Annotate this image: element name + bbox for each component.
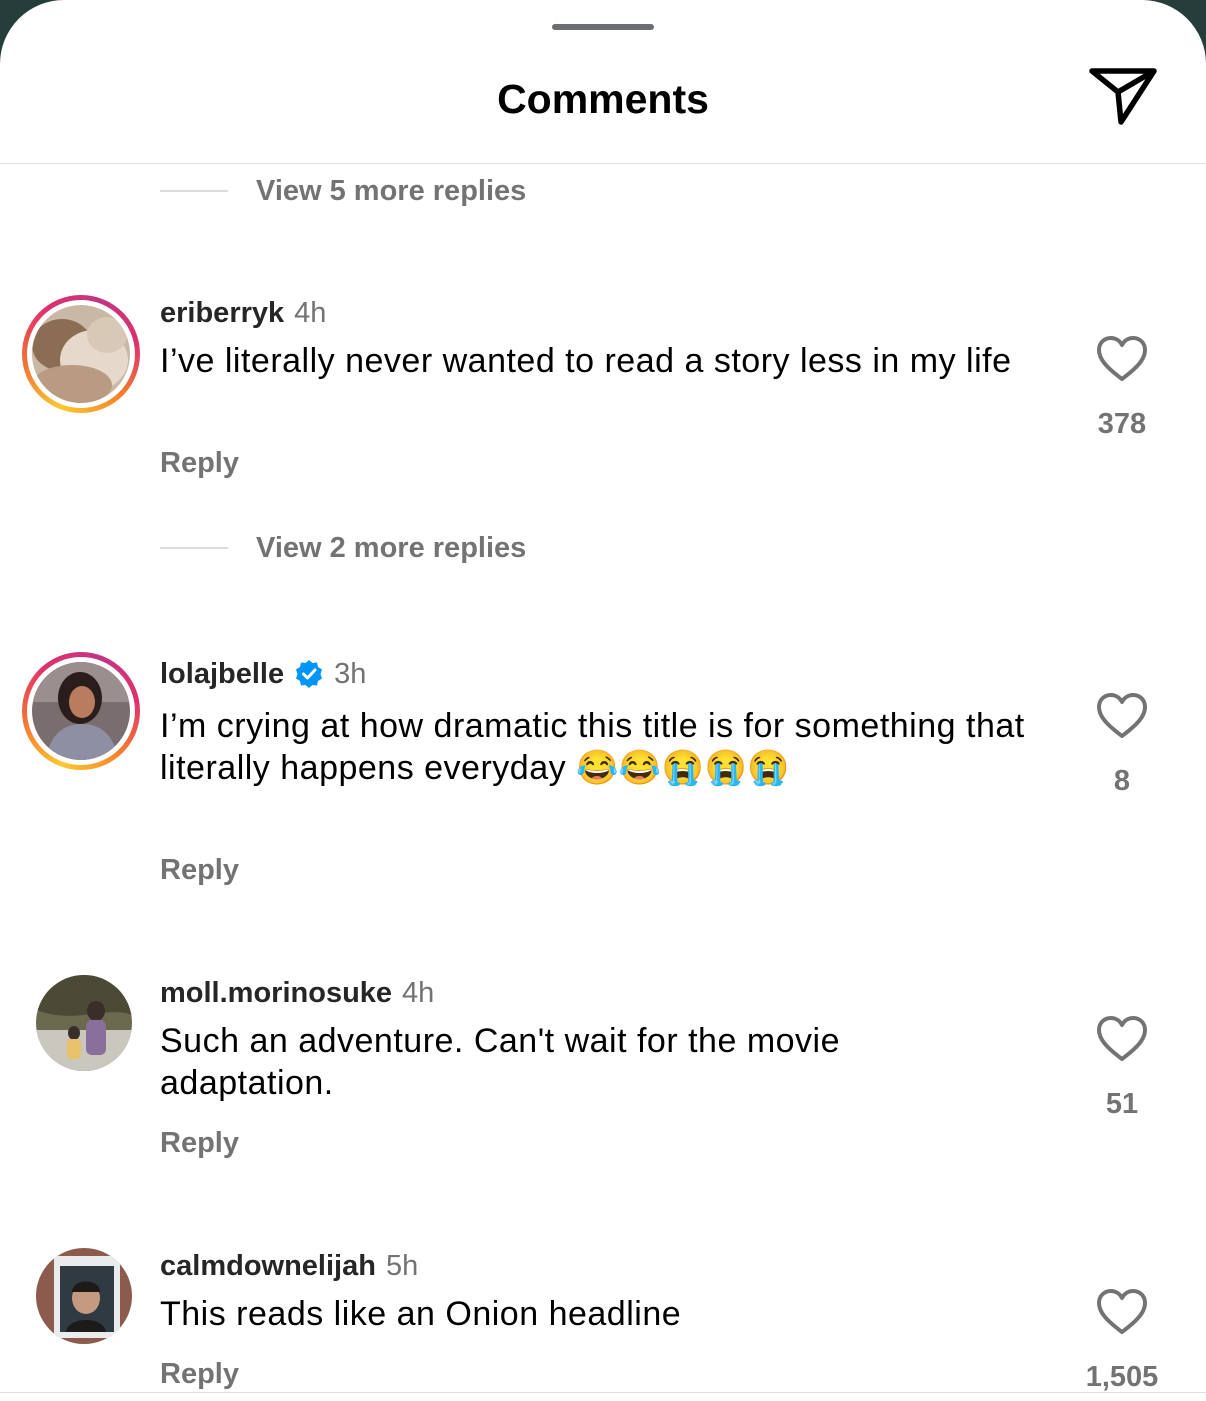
timestamp: 3h <box>334 658 367 690</box>
heart-icon[interactable] <box>1096 1288 1148 1336</box>
reply-button[interactable]: Reply <box>160 1127 239 1160</box>
username[interactable]: moll.morinosuke <box>160 975 392 1011</box>
comment-header: lolajbelle 3h <box>160 656 366 692</box>
comment-emojis: 😂😂😭😭😭 <box>576 749 791 787</box>
page-title: Comments <box>497 76 709 122</box>
avatar[interactable] <box>22 295 140 413</box>
username[interactable]: eriberryk <box>160 295 284 331</box>
header-divider <box>0 163 1206 164</box>
avatar[interactable] <box>22 652 140 770</box>
comments-sheet: Comments View 5 more replies eriberryk 4… <box>0 0 1206 1401</box>
reply-thread-line <box>160 190 228 192</box>
avatar[interactable] <box>36 1248 132 1344</box>
username[interactable]: calmdownelijah <box>160 1248 376 1284</box>
comment-text: I’m crying at how dramatic this title is… <box>160 705 1040 789</box>
view-more-replies-label: View 2 more replies <box>256 532 527 564</box>
drag-handle[interactable] <box>552 24 654 30</box>
verified-badge-icon <box>296 660 323 688</box>
comment-header: calmdownelijah 5h <box>160 1248 418 1284</box>
like-count: 378 <box>1097 408 1147 440</box>
bottom-divider <box>0 1392 1206 1393</box>
avatar[interactable] <box>36 975 132 1071</box>
heart-icon[interactable] <box>1096 335 1148 383</box>
username[interactable]: lolajbelle <box>160 656 284 692</box>
reply-button[interactable]: Reply <box>160 1358 239 1391</box>
like-count: 8 <box>1113 765 1131 797</box>
like-count: 1,505 <box>1085 1361 1159 1393</box>
timestamp: 4h <box>294 297 327 329</box>
comment-text: Such an adventure. Can't wait for the mo… <box>160 1022 841 1102</box>
timestamp: 4h <box>402 977 435 1009</box>
heart-icon[interactable] <box>1096 1015 1148 1063</box>
heart-icon[interactable] <box>1096 692 1148 740</box>
reply-thread-line <box>160 547 228 549</box>
comment-text: I’ve literally never wanted to read a st… <box>160 342 1012 380</box>
comment-text: This reads like an Onion headline <box>160 1295 682 1333</box>
timestamp: 5h <box>385 1250 419 1282</box>
view-more-replies-label: View 5 more replies <box>256 175 527 207</box>
like-count: 51 <box>1105 1088 1139 1120</box>
comment-header: eriberryk 4h <box>160 295 326 331</box>
reply-button[interactable]: Reply <box>160 447 239 480</box>
comment-header: moll.morinosuke 4h <box>160 975 434 1011</box>
reply-button[interactable]: Reply <box>160 854 239 887</box>
paper-plane-icon[interactable] <box>1088 64 1158 128</box>
